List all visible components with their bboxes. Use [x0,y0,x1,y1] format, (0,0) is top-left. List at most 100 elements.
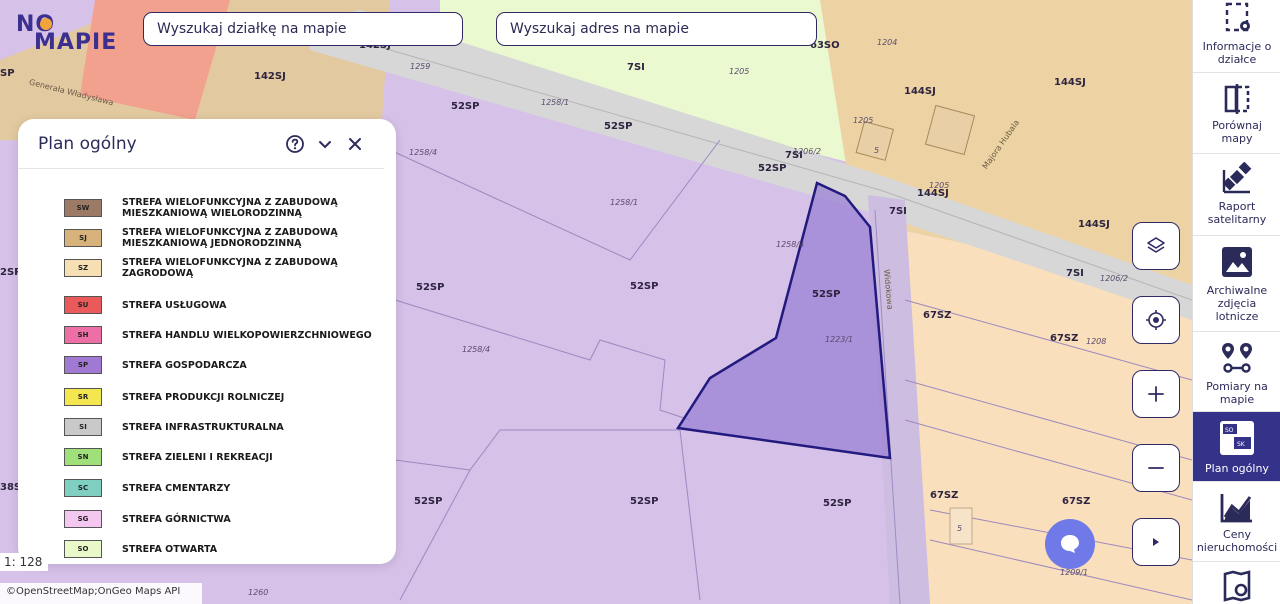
sidebar-item-label: Plan ogólny [1205,462,1269,475]
sidebar-item-parcel-info[interactable]: Informacje o działce [1193,0,1280,73]
parcel-number: 1258/4 [462,345,491,354]
zone-label: SP [0,68,15,79]
parcel-number: 1260 [248,588,269,597]
sidebar-item-satellite[interactable]: Raport satelitarny [1193,154,1280,236]
legend-label: STREFA HANDLU WIELKOPOWIERZCHNIOWEGO [122,329,372,341]
zone-label: 52SP [630,281,659,292]
legend-item-sc: SC STREFA CMENTARZY [64,479,394,497]
legend-swatch: SP [64,356,102,374]
crosshair-icon [1146,310,1166,330]
map-search-icon [1223,570,1251,602]
legend-item-so: SO STREFA OTWARTA [64,540,394,558]
legend-label: STREFA INFRASTRUKTURALNA [122,421,284,433]
zone-label: 52SP [812,289,841,300]
sidebar-item-label: Pomiary na mapie [1206,380,1268,406]
close-icon[interactable] [344,133,366,155]
play-right-icon [1153,538,1159,546]
parcel-number: 1259 [410,62,431,71]
parcel-number: 5 [957,524,963,533]
parcel-number: 1258/4 [409,148,438,157]
legend-swatch: SH [64,326,102,344]
zone-label: 144SJ [904,86,936,97]
zone-label: 52SP [604,121,633,132]
zone-label: 67SZ [930,490,959,501]
minus-icon [1148,467,1164,469]
plus-icon [1148,386,1164,402]
sidebar-item-map-search[interactable] [1193,562,1280,604]
legend-label: STREFA WIELOFUNKCYJNA Z ZABUDOWĄ MIESZKA… [122,197,338,219]
legend-swatch: SO [64,540,102,558]
zone-label: 142SJ [254,71,286,82]
sidebar-item-property-prices[interactable]: Ceny nieruchomości [1193,482,1280,562]
parcel-number: 1205 [729,67,750,76]
aerial-photo-icon [1222,247,1252,277]
zone-label: 67SZ [1050,333,1079,344]
right-sidebar: Informacje o działce Porównaj mapy Rapor… [1192,0,1280,604]
sidebar-item-label: Archiwalne zdjęcia lotnicze [1206,284,1268,323]
zone-label: 52SP [823,498,852,509]
sidebar-item-compare-maps[interactable]: Porównaj mapy [1193,73,1280,154]
satellite-icon [1222,162,1252,194]
svg-text:SO: SO [1225,427,1234,434]
legend-item-sj: SJ STREFA WIELOFUNKCYJNA Z ZABUDOWĄ MIESZ… [64,227,394,249]
sidebar-item-label: Informacje o działce [1202,40,1272,66]
zone-label: 52SP [414,496,443,507]
logo-dot [40,18,52,30]
parcel-search-box[interactable] [143,12,463,46]
legend-swatch: SU [64,296,102,314]
chat-button[interactable] [1045,519,1095,569]
app-logo[interactable]: NO MAPIE [14,12,124,55]
layers-button[interactable] [1132,222,1180,270]
legend-label: STREFA WIELOFUNKCYJNA Z ZABUDOWĄ ZAGRODO… [122,257,338,279]
parcel-info-icon [1225,2,1250,32]
legend-label: STREFA PRODUKCJI ROLNICZEJ [122,391,285,403]
compare-maps-icon [1224,84,1250,114]
zone-label: 7SI [1066,268,1084,279]
general-plan-legend-panel: Plan ogólny SW STREFA WIELOFUNKCYJNA Z ZA… [18,119,396,564]
sidebar-item-label: Ceny nieruchomości [1196,528,1278,554]
general-plan-icon: SOSK [1220,421,1254,455]
help-icon[interactable] [284,133,306,155]
legend-header: Plan ogólny [18,119,384,169]
parcel-number: 1205 [929,181,950,190]
legend-label: STREFA OTWARTA [122,543,218,555]
legend-swatch: SC [64,479,102,497]
zone-label: 67SZ [1062,496,1091,507]
parcel-number: 1208 [1086,337,1107,346]
parcel-number: 1209/1 [1060,568,1089,577]
sidebar-item-aerial-photos[interactable]: Archiwalne zdjęcia lotnicze [1193,236,1280,332]
parcel-search-input[interactable] [157,21,449,37]
address-search-input[interactable] [510,21,803,37]
sidebar-item-label: Porównaj mapy [1212,119,1262,145]
legend-label: STREFA GÓRNICTWA [122,513,231,525]
sidebar-item-measurements[interactable]: Pomiary na mapie [1193,332,1280,412]
map-scale: 1: 128 [0,553,49,571]
legend-item-sz: SZ STREFA WIELOFUNKCYJNA Z ZABUDOWĄ ZAGRO… [64,257,394,279]
locate-button[interactable] [1132,296,1180,344]
parcel-number: 1258/1 [610,198,639,207]
zoom-out-button[interactable] [1132,444,1180,492]
sidebar-item-general-plan[interactable]: SO SK Plan ogólny [1193,412,1280,482]
measure-icon [1222,343,1252,373]
legend-label: STREFA WIELOFUNKCYJNA Z ZABUDOWĄ MIESZKA… [122,227,338,249]
legend-item-sr: SR STREFA PRODUKCJI ROLNICZEJ [64,388,394,406]
legend-label: STREFA GOSPODARCZA [122,359,247,371]
parcel-number: 1204 [877,38,898,47]
zoom-in-button[interactable] [1132,370,1180,418]
legend-label: STREFA USŁUGOWA [122,299,227,311]
legend-item-su: SU STREFA USŁUGOWA [64,296,394,314]
zone-label: 52SP [758,163,787,174]
legend-item-sn: SN STREFA ZIELENI I REKREACJI [64,448,394,466]
legend-swatch: SW [64,199,102,217]
zone-label: 7SI [889,206,907,217]
legend-swatch: SR [64,388,102,406]
chevron-down-icon[interactable] [314,133,336,155]
expand-panel-button[interactable] [1132,518,1180,566]
legend-swatch: SI [64,418,102,436]
address-search-box[interactable] [496,12,817,46]
map-attribution[interactable]: ©OpenStreetMap;OnGeo Maps API [0,583,202,604]
legend-swatch: SG [64,510,102,528]
legend-item-sp: SP STREFA GOSPODARCZA [64,356,394,374]
zone-label: 144SJ [1078,219,1110,230]
legend-label: STREFA CMENTARZY [122,482,231,494]
